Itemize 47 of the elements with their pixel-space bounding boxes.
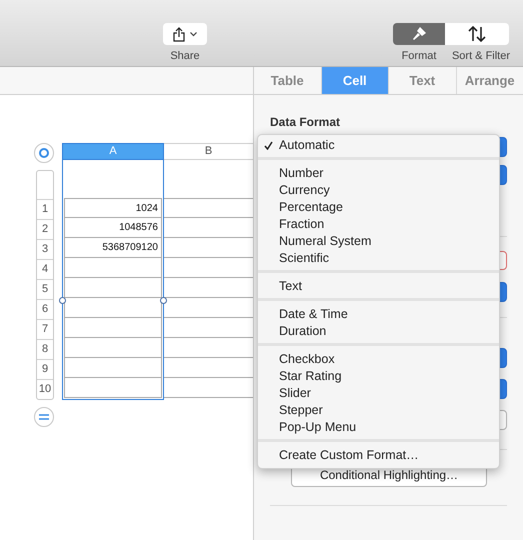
row-number: 5 (37, 279, 53, 299)
row-number: 10 (37, 379, 53, 399)
checkmark-icon (264, 141, 273, 150)
menu-item[interactable]: Currency (258, 182, 499, 199)
share-label: Share (170, 49, 200, 64)
resize-handle[interactable] (59, 297, 66, 304)
menu-item[interactable]: Star Rating (258, 368, 499, 385)
row-number: 7 (37, 319, 53, 339)
table-select-handle[interactable] (34, 143, 54, 163)
menu-item[interactable]: Duration (258, 323, 499, 340)
menu-item[interactable]: Number (258, 165, 499, 182)
menu-item[interactable]: Slider (258, 385, 499, 402)
share-button[interactable] (163, 23, 207, 45)
paintbrush-icon (411, 26, 427, 42)
row-number: 4 (37, 259, 53, 279)
chevron-down-icon (190, 32, 197, 36)
menu-item[interactable]: Text (258, 278, 499, 295)
table-cell: 1048576 (64, 218, 162, 238)
equals-icon (39, 414, 49, 420)
menu-item[interactable]: Numeral System (258, 233, 499, 250)
menu-item[interactable]: Fraction (258, 216, 499, 233)
share-icon (173, 26, 185, 42)
menu-item[interactable]: Automatic (258, 137, 499, 154)
section-title: Data Format (270, 114, 340, 131)
toolbar-toggle[interactable] (393, 23, 445, 45)
menu-item[interactable]: Scientific (258, 250, 499, 267)
add-row-handle[interactable] (34, 407, 54, 427)
toolbar-toggle[interactable] (445, 23, 509, 45)
row-number: 2 (37, 219, 53, 239)
menu-item[interactable]: Checkbox (258, 351, 499, 368)
toolbar-label: Sort & Filter (450, 49, 512, 64)
resize-handle[interactable] (160, 297, 167, 304)
column-header[interactable]: B (164, 143, 253, 160)
row-number: 6 (37, 299, 53, 319)
menu-item[interactable]: Pop-Up Menu (258, 419, 499, 436)
menu-item[interactable]: Stepper (258, 402, 499, 419)
table-cell: 1024 (64, 198, 162, 218)
toolbar-label: Format (400, 49, 438, 64)
row-number: 1 (37, 199, 53, 219)
row-number: 9 (37, 359, 53, 379)
row-number: 3 (37, 239, 53, 259)
menu-item[interactable]: Percentage (258, 199, 499, 216)
row-number: 8 (37, 339, 53, 359)
sort-arrows-icon (468, 26, 486, 42)
menu-item[interactable]: Create Custom Format… (258, 447, 499, 464)
table-cell: 5368709120 (64, 238, 162, 258)
menu-item[interactable]: Date & Time (258, 306, 499, 323)
